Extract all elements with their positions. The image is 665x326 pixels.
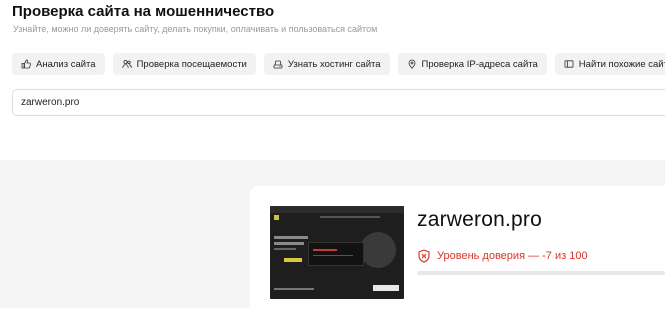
- header-section: Проверка сайта на мошенничество Узнайте,…: [0, 0, 665, 160]
- window-icon: [564, 59, 574, 69]
- chip-label: Узнать хостинг сайта: [287, 58, 381, 70]
- chip-label: Анализ сайта: [36, 58, 96, 70]
- chip-label: Проверка посещаемости: [136, 58, 247, 70]
- chip-label: Проверка IP-адреса сайта: [421, 58, 538, 70]
- chip-similar-sites[interactable]: Найти похожие сайты: [554, 53, 665, 75]
- chip-ip-check[interactable]: Проверка IP-адреса сайта: [397, 53, 547, 75]
- chip-site-analysis[interactable]: Анализ сайта: [12, 53, 105, 75]
- people-icon: [121, 59, 132, 69]
- chip-hosting-lookup[interactable]: Узнать хостинг сайта: [263, 53, 390, 75]
- tool-chips: Анализ сайта Проверка посещаемости Узнат…: [12, 53, 665, 75]
- chip-label: Найти похожие сайты: [578, 58, 665, 70]
- site-search-input[interactable]: [12, 89, 665, 116]
- server-icon: [273, 59, 283, 69]
- chip-traffic-check[interactable]: Проверка посещаемости: [112, 53, 256, 75]
- thumbs-up-icon: [21, 59, 31, 69]
- shield-warning-icon: [417, 249, 431, 263]
- page-title: Проверка сайта на мошенничество: [12, 3, 275, 20]
- result-domain: zarweron.pro: [417, 208, 542, 231]
- page-subtitle: Узнайте, можно ли доверять сайту, делать…: [13, 24, 378, 34]
- trust-level: Уровень доверия — -7 из 100: [417, 249, 588, 263]
- trust-meter: [417, 271, 665, 275]
- site-screenshot-thumbnail[interactable]: [270, 206, 404, 299]
- location-pin-icon: [407, 59, 417, 69]
- trust-level-label: Уровень доверия — -7 из 100: [437, 250, 588, 262]
